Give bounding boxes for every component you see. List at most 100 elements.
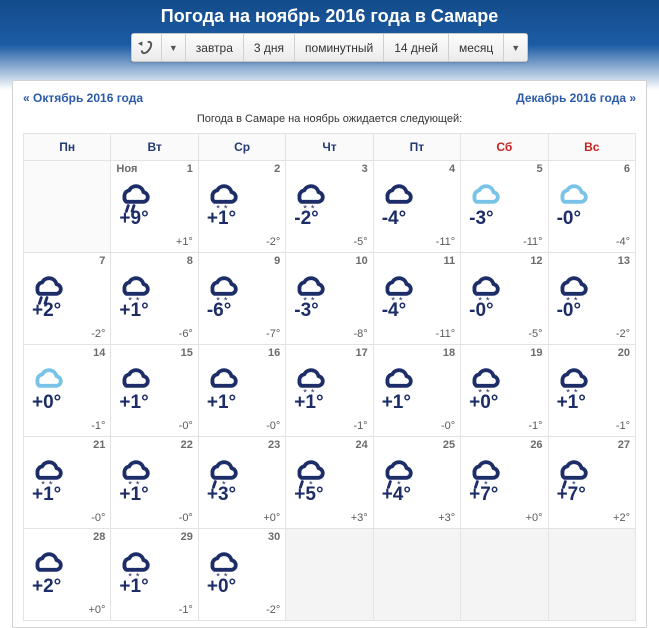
temp-high: +1°: [294, 392, 323, 414]
calendar-cell[interactable]: 4 -4°-11°: [374, 161, 461, 253]
temp-high: -6°: [207, 300, 232, 322]
calendar-cell[interactable]: 11 * * -4°-11°: [374, 253, 461, 345]
calendar-cell[interactable]: 18 +1°-0°: [374, 345, 461, 437]
calendar-cell[interactable]: 22 * * +1°-0°: [111, 437, 198, 529]
temp-high: +3°: [207, 484, 236, 506]
day-number: 19: [530, 347, 542, 359]
dow-header: Пн: [24, 134, 111, 161]
dow-header: Вс: [549, 134, 636, 161]
day-number: 16: [268, 347, 280, 359]
day-number: 22: [181, 439, 193, 451]
snow-icon: * *: [115, 271, 153, 299]
history-icon: [142, 40, 151, 55]
temp-low: -7°: [266, 328, 280, 340]
calendar-cell[interactable]: 7 +2°-2°: [24, 253, 111, 345]
calendar-cell[interactable]: 29 * * +1°-1°: [111, 529, 198, 621]
calendar-cell[interactable]: 13 * * -0°-2°: [549, 253, 636, 345]
calendar-cell[interactable]: 17 * * +1° -1°: [286, 345, 373, 437]
temp-high: -3°: [294, 300, 319, 322]
temp-high: +1°: [557, 392, 586, 414]
calendar-cell[interactable]: 28 +2°+0°: [24, 529, 111, 621]
temp-high: +0°: [469, 392, 498, 414]
calendar-cell[interactable]: 27 * +7°+2°: [549, 437, 636, 529]
snow-icon: * *: [290, 271, 328, 299]
temp-high: +7°: [469, 484, 498, 506]
tab-minutely[interactable]: поминутный: [295, 34, 384, 61]
temp-high: -4°: [382, 300, 407, 322]
next-month-link[interactable]: Декабрь 2016 года »: [516, 91, 636, 105]
calendar-cell[interactable]: 1Ноя +9°+1°: [111, 161, 198, 253]
dow-header: Чт: [286, 134, 373, 161]
temp-high: +1°: [119, 392, 148, 414]
temp-low: +3°: [351, 512, 368, 524]
day-number: 12: [530, 255, 542, 267]
calendar-cell[interactable]: 8 * * +1°-6°: [111, 253, 198, 345]
calendar-cell[interactable]: 2 * * +1°-2°: [199, 161, 286, 253]
calendar-cell[interactable]: 21 * * +1°-0°: [24, 437, 111, 529]
calendar-grid: ПнВтСрЧтПтСбВс1Ноя +9°+1°2 * * +1°-2°3 *…: [23, 133, 636, 621]
temp-low: +2°: [613, 512, 630, 524]
rainmix-icon: *: [203, 455, 241, 483]
calendar-cell-empty: [286, 529, 373, 621]
prev-month-link[interactable]: « Октябрь 2016 года: [23, 91, 143, 105]
temp-low: -0°: [179, 420, 193, 432]
tab-3days[interactable]: 3 дня: [244, 34, 295, 61]
day-number: 30: [268, 531, 280, 543]
temp-high: +4°: [382, 484, 411, 506]
snow-icon: * *: [290, 363, 328, 391]
history-dropdown[interactable]: ▼: [162, 34, 186, 61]
calendar-cell[interactable]: 16 +1°-0°: [199, 345, 286, 437]
dow-header: Сб: [461, 134, 548, 161]
day-number: 17: [355, 347, 367, 359]
temp-high: +1°: [207, 392, 236, 414]
calendar-cell[interactable]: 5 -3°-11°: [461, 161, 548, 253]
temp-low: -1°: [91, 420, 105, 432]
calendar-cell[interactable]: 3 * * -2°-5°: [286, 161, 373, 253]
temp-low: -0°: [91, 512, 105, 524]
day-number: 15: [181, 347, 193, 359]
calendar-cell[interactable]: 12 * * -0°-5°: [461, 253, 548, 345]
calendar-cell[interactable]: 23 * +3°+0°: [199, 437, 286, 529]
rainmix-icon: *: [378, 455, 416, 483]
calendar-cell[interactable]: 26 * +7°+0°: [461, 437, 548, 529]
cloud-lt-icon: [28, 363, 66, 391]
calendar-cell[interactable]: 6 -0°-4°: [549, 161, 636, 253]
calendar-cell[interactable]: 10 * * -3°-8°: [286, 253, 373, 345]
snow-icon: * *: [28, 455, 66, 483]
day-number: 11: [444, 255, 456, 267]
cloud-icon: [28, 547, 66, 575]
snow-icon: * *: [465, 271, 503, 299]
temp-low: -1°: [528, 420, 542, 432]
day-number: 18: [443, 347, 455, 359]
dow-header: Пт: [374, 134, 461, 161]
history-button[interactable]: [132, 34, 162, 61]
calendar-cell[interactable]: 20 * * +1°-1°: [549, 345, 636, 437]
day-number: 9: [274, 255, 280, 267]
calendar-cell[interactable]: 9 * * -6°-7°: [199, 253, 286, 345]
more-dropdown[interactable]: ▼: [504, 34, 527, 61]
calendar-cell[interactable]: 19 * * +0° -1°: [461, 345, 548, 437]
snow-icon: * *: [465, 363, 503, 391]
tab-14days[interactable]: 14 дней: [384, 34, 449, 61]
rain-icon: [115, 179, 153, 207]
tab-tomorrow[interactable]: завтра: [186, 34, 244, 61]
calendar-cell[interactable]: 25 * +4°+3°: [374, 437, 461, 529]
temp-low: -6°: [179, 328, 193, 340]
tab-month[interactable]: месяц: [449, 34, 504, 61]
day-number: 8: [187, 255, 193, 267]
month-nav: « Октябрь 2016 года Декабрь 2016 года »: [23, 91, 636, 105]
rainmix-icon: *: [553, 455, 591, 483]
snow-icon: * *: [203, 179, 241, 207]
temp-low: -1°: [354, 420, 368, 432]
temp-high: +1°: [207, 208, 236, 230]
calendar-cell[interactable]: 30 * * +0°-2°: [199, 529, 286, 621]
calendar-cell[interactable]: 15 +1° -0°: [111, 345, 198, 437]
temp-low: -5°: [528, 328, 542, 340]
snow-icon: * *: [203, 547, 241, 575]
calendar-cell[interactable]: 14 +0°-1°: [24, 345, 111, 437]
chevron-down-icon: ▼: [169, 43, 178, 53]
calendar-cell[interactable]: 24 * +5°+3°: [286, 437, 373, 529]
day-number: 23: [268, 439, 280, 451]
day-number: 14: [93, 347, 105, 359]
temp-low: -2°: [616, 328, 630, 340]
